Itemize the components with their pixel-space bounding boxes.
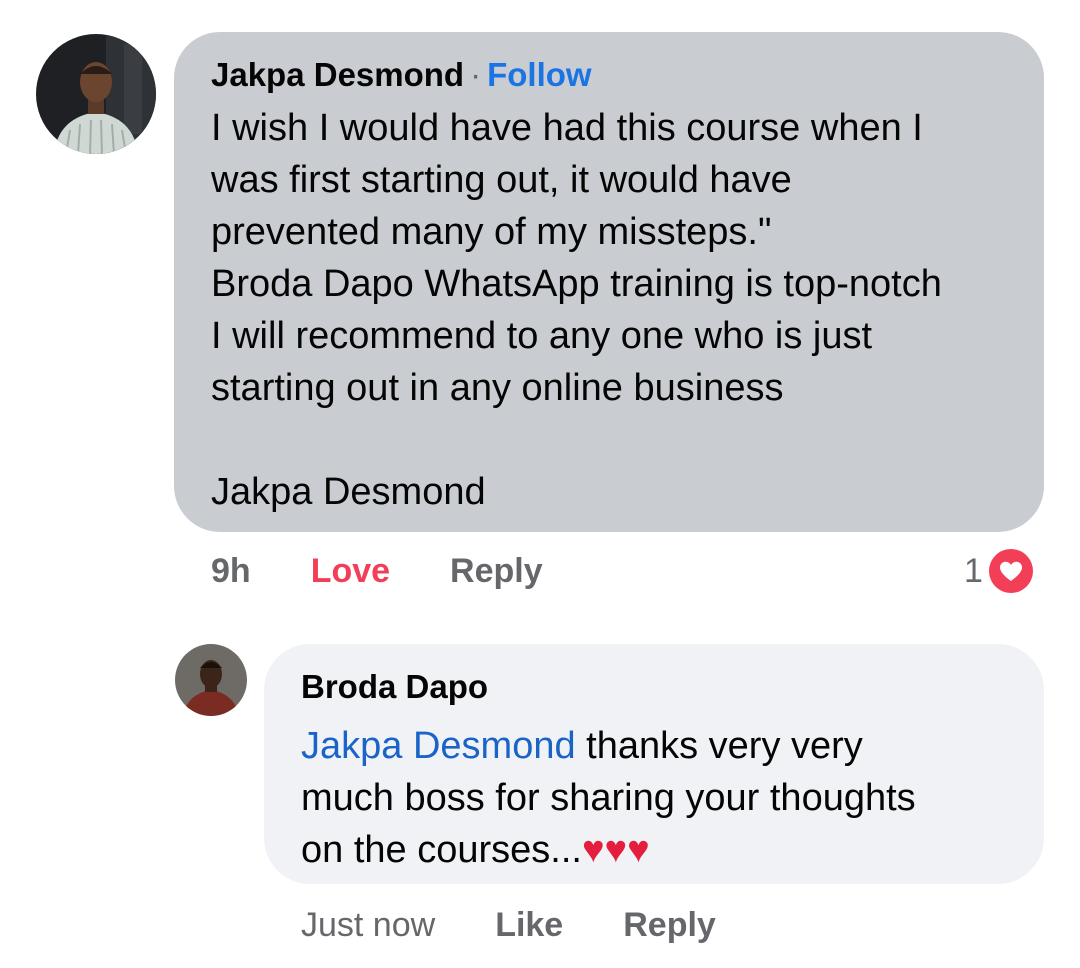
- reply-header: Broda Dapo: [301, 668, 1008, 706]
- reply-actions: Just now Like Reply: [301, 906, 776, 945]
- heart-icon: [988, 549, 1033, 593]
- reply-text: Jakpa Desmond thanks very very much boss…: [301, 720, 1008, 876]
- comment-text: I wish I would have had this course when…: [211, 107, 942, 513]
- reply-reply-button[interactable]: Reply: [623, 906, 716, 945]
- comment-actions: 9h Love Reply: [211, 552, 603, 591]
- avatar-broda-dapo[interactable]: [175, 644, 247, 716]
- reaction-summary[interactable]: 1: [964, 549, 1033, 593]
- comment-header: Jakpa Desmond · Follow: [211, 56, 1008, 94]
- profile-photo: [175, 644, 247, 716]
- comment-timestamp[interactable]: 9h: [211, 552, 251, 591]
- love-button[interactable]: Love: [311, 552, 390, 591]
- separator-dot: ·: [470, 56, 482, 93]
- reply-timestamp[interactable]: Just now: [301, 906, 435, 945]
- heart-emojis: ♥♥♥: [581, 829, 650, 871]
- reply-author[interactable]: Broda Dapo: [301, 668, 488, 705]
- reply-bubble: Broda Dapo Jakpa Desmond thanks very ver…: [264, 644, 1044, 884]
- mention-link[interactable]: Jakpa Desmond: [301, 725, 576, 767]
- reaction-count: 1: [964, 551, 983, 590]
- profile-photo: [36, 34, 156, 154]
- avatar-jakpa-desmond[interactable]: [36, 34, 156, 154]
- comment-bubble: Jakpa Desmond · Follow I wish I would have…: [174, 32, 1044, 532]
- reply-button[interactable]: Reply: [450, 552, 543, 591]
- comment-author[interactable]: Jakpa Desmond: [211, 56, 464, 93]
- follow-button[interactable]: Follow: [487, 56, 591, 93]
- like-button[interactable]: Like: [495, 906, 563, 945]
